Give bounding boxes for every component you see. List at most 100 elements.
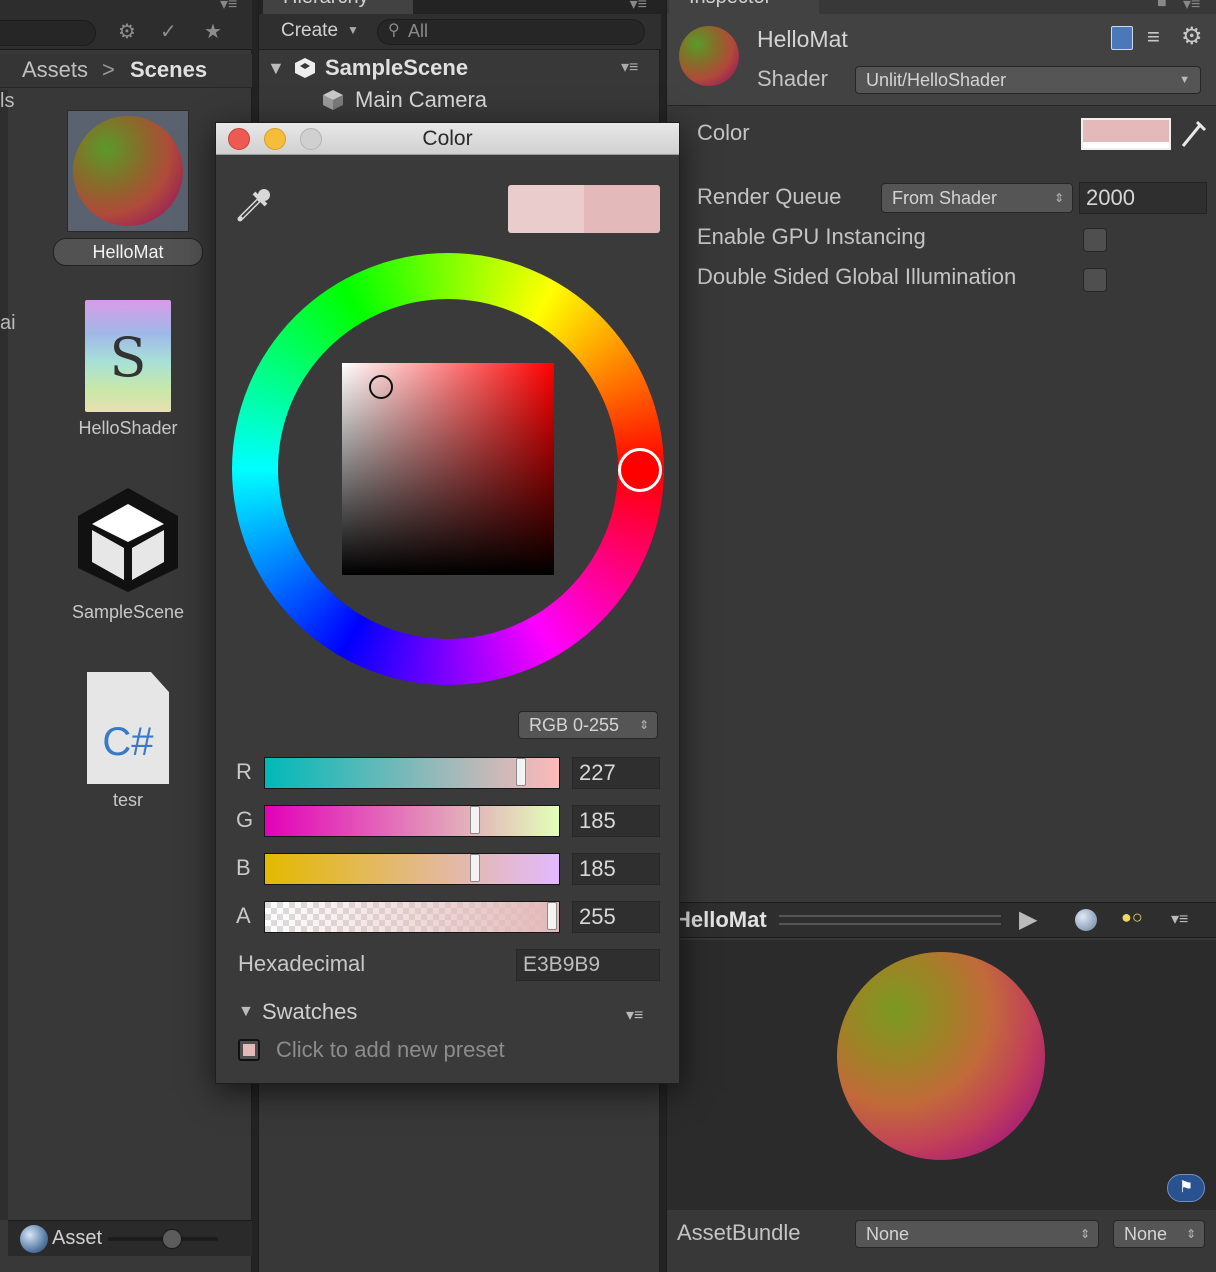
render-queue-dropdown[interactable]: From Shader ⇕ [881, 183, 1073, 213]
g-value: 185 [579, 808, 616, 833]
double-sided-gi-checkbox[interactable] [1083, 268, 1107, 292]
panel-menu-icon[interactable]: ▾≡ [1183, 0, 1200, 14]
swatches-label[interactable]: Swatches [262, 999, 357, 1025]
gameobject-cube-icon [323, 90, 343, 110]
gpu-instancing-label: Enable GPU Instancing [697, 224, 926, 249]
assetbundle-label: AssetBundle [677, 1220, 801, 1245]
expand-arrow-icon[interactable]: ▼ [267, 52, 285, 84]
swatches-menu-icon[interactable]: ▾≡ [626, 1005, 643, 1025]
preview-header: HelloMat ▶ ●○ ▾≡ [667, 902, 1216, 938]
panel-menu-icon[interactable]: ▾≡ [630, 0, 647, 14]
r-slider-thumb[interactable] [516, 758, 526, 786]
play-icon[interactable]: ▶ [1019, 905, 1037, 934]
sv-picker-handle[interactable] [369, 375, 393, 399]
shader-dropdown-value: Unlit/HelloShader [866, 70, 1007, 90]
a-slider-track[interactable] [264, 901, 560, 933]
presets-sliders-icon[interactable]: ≡ [1147, 24, 1160, 50]
material-name: HelloMat [757, 26, 848, 52]
hierarchy-scene-row[interactable]: ▼ SampleScene ▾≡ [259, 52, 661, 84]
preview-menu-icon[interactable]: ▾≡ [1171, 909, 1188, 929]
asset-helloshader[interactable]: S HelloShader [48, 300, 208, 439]
previous-color-swatch[interactable] [508, 185, 584, 233]
hue-wheel-handle[interactable] [618, 448, 662, 492]
preview-resize-handle[interactable] [779, 915, 1001, 925]
lock-icon[interactable]: ■ [1157, 0, 1167, 12]
color-picker-window: Color RGB 0-255 ⇕ R 227 G 185 B 185 A 25… [215, 122, 680, 1084]
asset-label: HelloShader [78, 418, 178, 438]
g-slider-thumb[interactable] [470, 806, 480, 834]
unity-scene-icon [295, 58, 315, 78]
gpu-instancing-checkbox[interactable] [1083, 228, 1107, 252]
render-queue-value: 2000 [1086, 185, 1135, 210]
hierarchy-tab-strip: Hierarchy ▾≡ [259, 0, 661, 14]
preview-mesh-sphere-icon[interactable] [1075, 909, 1097, 931]
render-queue-mode: From Shader [892, 188, 998, 208]
tag-icon[interactable]: ⚑ [1167, 1174, 1205, 1202]
tab-inspector[interactable]: Inspector [669, 0, 819, 14]
add-preset-label[interactable]: Click to add new preset [276, 1037, 505, 1063]
window-titlebar[interactable]: Color [216, 123, 679, 155]
asset-hellomat[interactable]: HelloMat [48, 110, 208, 266]
render-queue-input[interactable]: 2000 [1079, 182, 1207, 214]
favorites-star-icon[interactable]: ★ [204, 20, 222, 44]
breadcrumb-assets[interactable]: Assets [22, 54, 88, 86]
preset-swatch[interactable] [238, 1039, 260, 1061]
hex-input[interactable]: E3B9B9 [516, 949, 660, 981]
help-book-icon[interactable] [1111, 26, 1133, 50]
create-dropdown-icon: ▼ [347, 23, 359, 37]
breadcrumb-scenes[interactable]: Scenes [130, 54, 207, 86]
project-search-field[interactable] [0, 20, 96, 46]
hierarchy-item-label: Main Camera [355, 87, 488, 112]
assetbundle-name-value: None [866, 1224, 910, 1244]
g-value-field[interactable]: 185 [572, 805, 660, 837]
project-toolbar: ⚙ ✓ ★ ▾≡ [0, 0, 252, 50]
filter-by-label-icon[interactable]: ✓ [160, 20, 177, 44]
slider-row-a: A 255 [236, 901, 666, 937]
r-value: 227 [579, 760, 616, 785]
tab-hierarchy[interactable]: Hierarchy [263, 0, 413, 14]
material-preview-area[interactable]: ⚑ [667, 940, 1216, 1210]
b-slider-thumb[interactable] [470, 854, 480, 882]
b-value: 185 [579, 856, 616, 881]
a-slider-thumb[interactable] [547, 902, 557, 930]
color-mode-dropdown[interactable]: RGB 0-255 ⇕ [518, 711, 658, 739]
b-value-field[interactable]: 185 [572, 853, 660, 885]
status-asset-label: Asset [52, 1227, 103, 1249]
breadcrumb-separator: > [102, 57, 115, 82]
hierarchy-toolbar: Create ▼ ⚲ All [259, 14, 661, 50]
assetbundle-name-dropdown[interactable]: None ⇕ [855, 1220, 1099, 1248]
window-title: Color [422, 127, 473, 150]
updown-arrows-icon: ⇕ [1053, 191, 1064, 205]
panel-menu-icon[interactable]: ▾≡ [220, 0, 237, 14]
swatches-foldout-arrow-icon[interactable]: ▼ [238, 1003, 254, 1021]
left-edge-text: ai [0, 312, 16, 334]
eyedropper-icon[interactable] [234, 185, 274, 225]
breadcrumb: Assets > Scenes [0, 54, 252, 88]
shader-dropdown[interactable]: Unlit/HelloShader ▼ [855, 66, 1201, 94]
r-value-field[interactable]: 227 [572, 757, 660, 789]
filter-by-type-icon[interactable]: ⚙ [118, 20, 136, 44]
asset-label: tesr [112, 790, 143, 810]
asset-tesr[interactable]: C# tesr [48, 672, 208, 811]
eyedropper-icon[interactable] [1179, 118, 1207, 150]
inspector-header: HelloMat Shader Unlit/HelloShader ▼ ≡ ⚙ [667, 14, 1216, 106]
color-field[interactable] [1081, 118, 1171, 150]
scene-menu-icon[interactable]: ▾≡ [621, 52, 638, 84]
project-folder-tree-edge: ls ai [0, 90, 16, 1220]
g-slider-track[interactable] [264, 805, 560, 837]
a-value-field[interactable]: 255 [572, 901, 660, 933]
preview-lights-icon[interactable]: ●○ [1121, 907, 1143, 928]
shader-label-text: Shader [757, 66, 828, 91]
shader-label: Shader [757, 66, 828, 92]
color-field-swatch [1083, 120, 1169, 142]
gear-icon[interactable]: ⚙ [1181, 22, 1203, 51]
hierarchy-item-main-camera[interactable]: Main Camera [259, 84, 661, 116]
assetbundle-variant-dropdown[interactable]: None ⇕ [1113, 1220, 1205, 1248]
asset-samplescene[interactable]: SampleScene [48, 484, 208, 623]
create-button[interactable]: Create [281, 20, 338, 42]
hierarchy-search-input[interactable]: ⚲ All [377, 19, 645, 45]
current-color-swatch [584, 185, 660, 233]
b-slider-track[interactable] [264, 853, 560, 885]
tab-hierarchy-label: Hierarchy [283, 0, 369, 8]
zoom-slider-thumb[interactable] [162, 1229, 182, 1249]
